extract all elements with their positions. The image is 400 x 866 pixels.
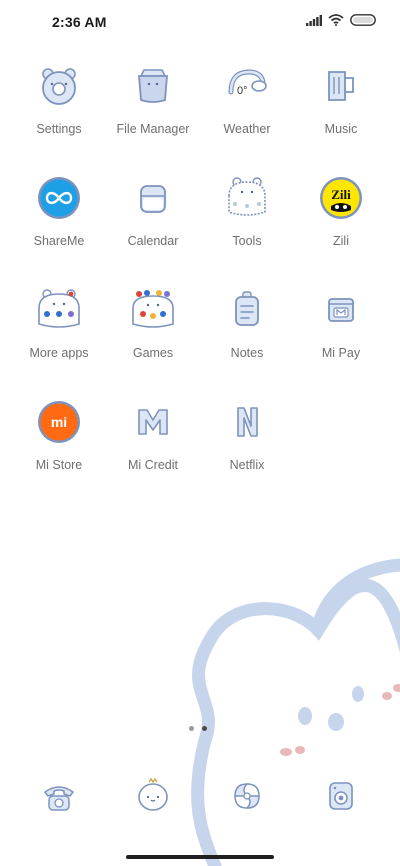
netflix-icon bbox=[237, 407, 258, 437]
dock-phone[interactable] bbox=[9, 770, 109, 826]
app-label: Zili bbox=[333, 234, 349, 248]
status-bar: 2:36 AM bbox=[0, 0, 400, 44]
app-label: Mi Credit bbox=[127, 458, 178, 472]
app-label: File Manager bbox=[116, 122, 190, 136]
wifi-icon bbox=[328, 14, 344, 26]
app-calendar[interactable]: Calendar bbox=[103, 174, 203, 270]
messages-icon bbox=[138, 777, 168, 811]
svg-text:0°: 0° bbox=[237, 85, 248, 97]
svg-text:Zili: Zili bbox=[331, 187, 351, 202]
mi-credit-icon bbox=[138, 409, 168, 435]
dock-browser[interactable] bbox=[197, 770, 297, 826]
zili-icon: Zili bbox=[320, 177, 362, 219]
app-label: Music bbox=[324, 122, 358, 136]
app-label: Mi Store bbox=[35, 458, 83, 472]
app-settings[interactable]: Settings bbox=[9, 62, 109, 158]
app-label: Notes bbox=[230, 346, 264, 360]
app-file-manager[interactable]: File Manager bbox=[103, 62, 203, 158]
app-tools-folder[interactable]: Tools bbox=[197, 174, 297, 270]
page-indicator bbox=[189, 726, 207, 731]
app-label: ShareMe bbox=[33, 234, 85, 248]
app-shareme[interactable]: ShareMe bbox=[9, 174, 109, 270]
tools-folder-icon bbox=[228, 177, 266, 216]
music-icon bbox=[328, 71, 354, 101]
app-mi-credit[interactable]: Mi Credit bbox=[103, 398, 203, 494]
dock-messages[interactable] bbox=[103, 770, 203, 826]
mi-store-icon: mi bbox=[38, 401, 80, 443]
browser-icon bbox=[234, 783, 260, 809]
app-label: Tools bbox=[232, 234, 262, 248]
file-manager-icon bbox=[138, 69, 168, 103]
weather-icon: 0° bbox=[228, 69, 267, 97]
app-label: Calendar bbox=[127, 234, 179, 248]
settings-bear-icon bbox=[42, 68, 76, 105]
mi-pay-icon bbox=[328, 298, 354, 322]
app-notes[interactable]: Notes bbox=[197, 286, 297, 382]
home-indicator[interactable] bbox=[126, 855, 274, 859]
app-label: Mi Pay bbox=[321, 346, 361, 360]
app-more-apps-folder[interactable]: More apps bbox=[9, 286, 109, 382]
games-folder-icon bbox=[132, 290, 174, 328]
notes-icon bbox=[235, 291, 259, 326]
app-label: Netflix bbox=[229, 458, 265, 472]
app-label: Settings bbox=[36, 122, 82, 136]
app-mi-store[interactable]: mi Mi Store bbox=[9, 398, 109, 494]
page-dot-1[interactable] bbox=[189, 726, 194, 731]
status-time: 2:36 AM bbox=[52, 14, 107, 30]
dock bbox=[0, 770, 400, 826]
calendar-icon bbox=[140, 185, 166, 213]
page-dot-2[interactable] bbox=[202, 726, 207, 731]
app-label: Games bbox=[132, 346, 174, 360]
phone-icon bbox=[43, 786, 75, 811]
shareme-icon bbox=[38, 177, 80, 219]
app-music[interactable]: Music bbox=[291, 62, 391, 158]
app-label: More apps bbox=[29, 346, 89, 360]
battery-icon bbox=[350, 14, 376, 26]
signal-icon bbox=[306, 14, 322, 26]
camera-icon bbox=[329, 782, 353, 810]
dock-camera[interactable] bbox=[291, 770, 391, 826]
app-games-folder[interactable]: Games bbox=[103, 286, 203, 382]
app-netflix[interactable]: Netflix bbox=[197, 398, 297, 494]
more-apps-folder-icon bbox=[38, 289, 80, 328]
app-weather[interactable]: 0° Weather bbox=[197, 62, 297, 158]
app-zili[interactable]: Zili Zili bbox=[291, 174, 391, 270]
app-mi-pay[interactable]: Mi Pay bbox=[291, 286, 391, 382]
svg-text:mi: mi bbox=[51, 414, 67, 430]
app-label: Weather bbox=[223, 122, 271, 136]
